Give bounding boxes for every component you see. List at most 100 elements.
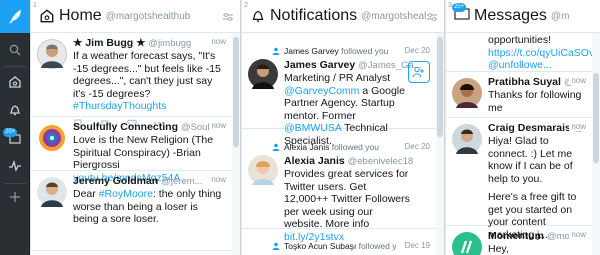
notification-timestamp: Dec 20 xyxy=(402,46,430,55)
tweet-author-name[interactable]: ★ Jim Bugg ★ xyxy=(73,37,146,49)
follower-name[interactable]: Toşko Acun Subaşı xyxy=(284,241,356,251)
messages-list[interactable]: opportunities! https://t.co/qyUiCaSOvs @un… xyxy=(446,33,592,255)
tweet-item[interactable]: Jeremy Goldman @jerem... now Dear #RoyMo… xyxy=(31,171,232,251)
tweet-author-name[interactable]: Jeremy Goldman xyxy=(73,175,158,187)
add-user-icon xyxy=(412,66,424,78)
tweet-timestamp[interactable]: now xyxy=(209,175,226,184)
home-icon xyxy=(9,76,21,88)
sidebar-item-activity[interactable] xyxy=(0,152,30,180)
column-number: 2 xyxy=(244,2,248,9)
scrollbar[interactable] xyxy=(232,33,240,255)
avatar[interactable] xyxy=(452,78,482,108)
feather-icon xyxy=(9,9,21,23)
message-item[interactable]: Momentum @moment... now Hey, xyxy=(446,226,592,255)
sidebar-item-messages[interactable]: 20+ xyxy=(0,124,30,152)
messages-badge: 20+ xyxy=(3,128,18,137)
portrait-icon xyxy=(41,182,63,207)
sidebar-item-home[interactable] xyxy=(0,68,30,96)
column-account: @margotsheal... xyxy=(361,10,435,22)
bell-icon xyxy=(252,10,264,22)
message-item[interactable]: Pratibha Suyal @sfde... now Thanks for f… xyxy=(446,72,592,118)
avatar[interactable] xyxy=(452,124,482,154)
tweet-author-name[interactable]: Soulfully Connecting xyxy=(73,121,178,133)
message-author-name[interactable]: Pratibha Suyal xyxy=(488,76,561,88)
avatar[interactable] xyxy=(248,155,278,185)
home-timeline[interactable]: ★ Jim Bugg ★ @jimbugg now If a weather f… xyxy=(31,33,232,255)
messages-badge: 20+ xyxy=(452,2,467,12)
home-column: 1 Home @margotshealthub ★ Jim Bugg ★ @ji… xyxy=(31,0,241,255)
message-text: opportunities! https://t.co/qyUiCaSOvs @un… xyxy=(488,34,592,72)
message-author-name[interactable]: Momentum xyxy=(488,230,544,242)
mention-link[interactable]: @GarveyComm xyxy=(284,85,359,97)
profile-name[interactable]: Alexia Janis xyxy=(284,155,345,167)
follow-notification[interactable]: Toşko Acun Subaşı followed you Dec 19 xyxy=(242,229,436,255)
column-settings-button[interactable] xyxy=(222,10,234,28)
app-sidebar: 20+ xyxy=(0,0,30,255)
messages-column-header[interactable]: 3 20+ Messages @m xyxy=(446,0,600,33)
tweet-item[interactable]: ★ Jim Bugg ★ @jimbugg now If a weather f… xyxy=(31,33,232,128)
message-item[interactable]: opportunities! https://t.co/qyUiCaSOvs @un… xyxy=(446,34,592,72)
avatar[interactable] xyxy=(452,232,482,255)
tweet-author-handle[interactable]: @jerem... xyxy=(161,176,202,187)
avatar[interactable] xyxy=(37,177,67,207)
sidebar-item-notifications[interactable] xyxy=(0,96,30,124)
home-column-header[interactable]: 1 Home @margotshealthub xyxy=(31,0,240,33)
notifications-column: 2 Notifications @margotsheal... James Ga… xyxy=(242,0,445,255)
profile-name[interactable]: James Garvey xyxy=(284,59,355,71)
portrait-icon xyxy=(456,84,478,108)
message-item[interactable]: Craig Desmarais @crai... now Hiya! Glad … xyxy=(446,118,592,241)
message-timestamp: now xyxy=(569,122,586,131)
scrollbar-thumb[interactable] xyxy=(593,73,599,163)
column-title: Notifications xyxy=(270,7,358,24)
tweet-timestamp[interactable]: now xyxy=(209,37,226,46)
bell-icon xyxy=(9,105,21,116)
notifications-column-header[interactable]: 2 Notifications @margotsheal... xyxy=(242,0,444,33)
follow-button[interactable] xyxy=(408,61,430,83)
profile-handle[interactable]: @ebenivelec18 xyxy=(348,156,414,167)
notifications-timeline[interactable]: James Garvey followed you Dec 20 James G… xyxy=(242,33,436,255)
message-author-name[interactable]: Craig Desmarais xyxy=(488,122,571,134)
sliders-icon xyxy=(427,13,437,21)
url-link[interactable]: https://t.co/qyUiCaSOvs xyxy=(488,47,592,59)
follow-notification[interactable]: Alexia Janis followed you Dec 20 Alexia … xyxy=(242,129,436,243)
avatar[interactable] xyxy=(37,123,67,153)
tweet-author-handle[interactable]: @jimbugg xyxy=(148,38,191,49)
column-settings-button[interactable] xyxy=(426,10,438,28)
avatar[interactable] xyxy=(248,59,278,89)
follower-name[interactable]: James Garvey xyxy=(284,46,339,56)
scrollbar-thumb[interactable] xyxy=(437,37,443,137)
hashtag-link[interactable]: #ThursdayThoughts xyxy=(73,100,166,112)
follow-notification[interactable]: James Garvey followed you Dec 20 James G… xyxy=(242,33,436,147)
column-account: @margotshealthub xyxy=(105,10,191,22)
message-timestamp: now xyxy=(569,230,586,239)
follower-name[interactable]: Alexia Janis xyxy=(284,142,329,152)
sidebar-divider xyxy=(4,66,26,67)
avatar[interactable] xyxy=(37,39,67,69)
tweet-item[interactable]: Soulfully Connecting @Soul... now Love i… xyxy=(31,117,232,184)
plus-icon xyxy=(10,192,20,202)
tweet-compose-button[interactable] xyxy=(0,0,30,33)
search-icon xyxy=(9,44,21,56)
message-text: Thanks for following me xyxy=(488,89,582,114)
scrollbar[interactable] xyxy=(436,33,444,255)
tweet-timestamp[interactable]: now xyxy=(209,121,226,130)
scrollbar-thumb[interactable] xyxy=(233,37,239,147)
scrollbar[interactable] xyxy=(592,33,600,255)
person-icon xyxy=(272,242,280,250)
add-column-button[interactable] xyxy=(0,183,30,211)
search-button[interactable] xyxy=(0,36,30,64)
message-timestamp: now xyxy=(569,76,586,85)
column-number: 1 xyxy=(33,2,37,9)
messages-column: 3 20+ Messages @m opportunities! https://… xyxy=(446,0,600,255)
home-icon xyxy=(40,9,54,23)
sliders-icon xyxy=(223,13,233,21)
person-icon xyxy=(272,47,280,55)
mention-link[interactable]: @unfollowe... xyxy=(488,59,552,71)
mandala-icon xyxy=(39,125,65,151)
hashtag-link[interactable]: #RoyMoore xyxy=(99,188,153,200)
column-title: Messages xyxy=(474,7,547,24)
column-account: @m xyxy=(550,10,570,22)
message-text: Hey, xyxy=(488,243,509,255)
notification-timestamp: Dec 20 xyxy=(402,142,430,151)
portrait-icon xyxy=(252,161,274,185)
